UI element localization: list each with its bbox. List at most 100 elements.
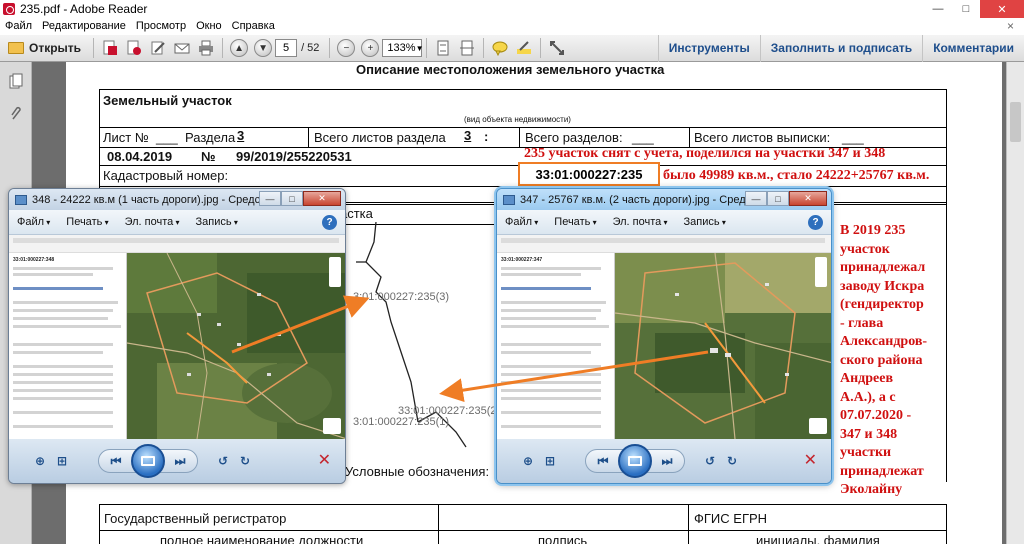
page-number-input[interactable]: 5	[275, 39, 298, 57]
vertical-scrollbar[interactable]	[1006, 62, 1024, 544]
screenshot-text-line	[501, 381, 601, 384]
viewer-menu-email[interactable]: Эл. почта	[117, 216, 188, 228]
rotate-left-icon[interactable]: ↺	[212, 452, 234, 470]
extract-number: 99/2019/255220531	[236, 149, 352, 164]
menu-file[interactable]: Файл	[0, 18, 37, 35]
open-button[interactable]: Открыть	[2, 37, 87, 59]
viewer-menu-burn[interactable]: Запись	[676, 216, 734, 228]
viewer-menu-print[interactable]: Печать	[58, 216, 116, 228]
next-image-icon[interactable]: ⏭	[656, 452, 678, 470]
table-border	[99, 127, 946, 128]
table-border	[946, 504, 947, 544]
photo-viewer-348[interactable]: 348 - 24222 кв.м (1 часть дороги).jpg - …	[8, 188, 346, 484]
scrollbar-thumb[interactable]	[1010, 102, 1021, 142]
create-pdf-icon[interactable]	[100, 38, 120, 58]
edit-icon[interactable]	[148, 38, 168, 58]
delete-icon[interactable]: ✕	[804, 450, 817, 470]
help-icon[interactable]: ?	[322, 215, 337, 230]
fit-page-icon[interactable]	[433, 38, 453, 58]
zoom-out-icon[interactable]: −	[337, 39, 356, 57]
zoom-icon[interactable]: ⊕	[29, 452, 51, 470]
viewer-menu-burn[interactable]: Запись	[188, 216, 246, 228]
screenshot-url-bar	[13, 238, 339, 243]
close-button[interactable]: ✕	[980, 0, 1024, 18]
comments-link[interactable]: Комментарии	[922, 35, 1024, 62]
screenshot-text-line	[501, 425, 601, 428]
cadastral-number: 33:01:000227:235	[535, 166, 643, 182]
screenshot-text-line	[501, 343, 601, 346]
side-annotation-line: - глава	[840, 315, 884, 331]
minimize-button[interactable]: —	[924, 0, 952, 18]
viewer-window-controls: — □ ✕	[259, 191, 341, 206]
close-button[interactable]: ✕	[789, 191, 827, 206]
viewer-menu-email[interactable]: Эл. почта	[605, 216, 676, 228]
menu-edit[interactable]: Редактирование	[37, 18, 131, 35]
toolbar-divider	[426, 38, 428, 58]
viewer-title-bar[interactable]: 347 - 25767 кв.м. (2 часть дороги).jpg -…	[497, 189, 831, 210]
screenshot-text-line	[501, 389, 601, 392]
comment-icon[interactable]	[490, 38, 510, 58]
screenshot-text-line	[13, 317, 108, 320]
fill-sign-link[interactable]: Заполнить и подписать	[759, 35, 922, 62]
slideshow-button[interactable]	[618, 444, 652, 478]
slideshow-button[interactable]	[131, 444, 165, 478]
table-border	[438, 504, 439, 544]
minimize-button[interactable]: —	[745, 191, 767, 206]
viewer-menu-file[interactable]: Файл	[497, 216, 546, 228]
screenshot-text-line	[501, 373, 601, 376]
menu-help[interactable]: Справка	[227, 18, 280, 35]
screenshot-text-line	[501, 365, 601, 368]
viewer-menu-print[interactable]: Печать	[546, 216, 604, 228]
actual-size-icon[interactable]: ⊞	[51, 452, 73, 470]
total-sections-label: Всего разделов:	[525, 130, 623, 145]
screenshot-text-line	[13, 273, 93, 276]
previous-page-icon[interactable]: ▲	[230, 39, 249, 57]
previous-image-icon[interactable]: ⏮	[105, 452, 127, 470]
next-image-icon[interactable]: ⏭	[169, 452, 191, 470]
rotate-left-icon[interactable]: ↺	[699, 452, 721, 470]
toolbar-divider	[329, 38, 331, 58]
zoom-icon[interactable]: ⊕	[517, 452, 539, 470]
minimize-button[interactable]: —	[259, 191, 281, 206]
table-border	[946, 89, 947, 204]
next-page-icon[interactable]: ▼	[254, 39, 273, 57]
viewer-menu-file[interactable]: Файл	[9, 216, 58, 228]
table-border	[308, 127, 309, 147]
highlight-icon[interactable]	[514, 38, 534, 58]
actual-size-icon[interactable]: ⊞	[539, 452, 561, 470]
blank-line: ___	[842, 130, 864, 145]
close-button[interactable]: ✕	[303, 191, 341, 206]
delete-icon[interactable]: ✕	[318, 450, 331, 470]
maximize-button[interactable]: □	[767, 191, 789, 206]
expand-icon[interactable]	[547, 38, 567, 58]
side-annotation-line: (гендиректор	[840, 297, 924, 312]
attachment-icon[interactable]	[8, 104, 24, 122]
print-icon[interactable]	[196, 38, 216, 58]
photo-viewer-347[interactable]: 347 - 25767 кв.м. (2 часть дороги).jpg -…	[496, 188, 832, 484]
side-annotation-line: принадлежал	[840, 260, 926, 275]
zoom-select[interactable]: 133% ▼	[382, 39, 423, 57]
email-icon[interactable]	[172, 38, 192, 58]
viewer-title: 348 - 24222 кв.м (1 часть дороги).jpg - …	[32, 193, 290, 206]
photo-icon	[503, 194, 515, 205]
menu-window[interactable]: Окно	[191, 18, 227, 35]
zoom-in-icon[interactable]: +	[361, 39, 380, 57]
document-close-icon[interactable]: ×	[1007, 19, 1014, 33]
menu-view[interactable]: Просмотр	[131, 18, 191, 35]
rotate-right-icon[interactable]: ↻	[721, 452, 743, 470]
rotate-right-icon[interactable]: ↻	[234, 452, 256, 470]
tools-link[interactable]: Инструменты	[657, 35, 760, 62]
registrar-label: Государственный регистратор	[104, 511, 287, 526]
viewer-title-bar[interactable]: 348 - 24222 кв.м (1 часть дороги).jpg - …	[9, 189, 345, 210]
previous-image-icon[interactable]: ⏮	[592, 452, 614, 470]
screenshot-parcel-id: 33:01:000227:347	[501, 257, 543, 263]
pages-icon[interactable]	[8, 72, 24, 90]
maximize-button[interactable]: □	[281, 191, 303, 206]
section-number: 3	[237, 128, 245, 143]
export-icon[interactable]	[124, 38, 144, 58]
annotation-line-2: было 49989 кв.м., стало 24222+25767 кв.м…	[663, 168, 930, 183]
help-icon[interactable]: ?	[808, 215, 823, 230]
toolbar: Открыть ▲ ▼ 5 / 52 − + 133% ▼ Инструмент…	[0, 35, 1024, 62]
fit-width-icon[interactable]	[457, 38, 477, 58]
maximize-button[interactable]: □	[952, 0, 980, 18]
